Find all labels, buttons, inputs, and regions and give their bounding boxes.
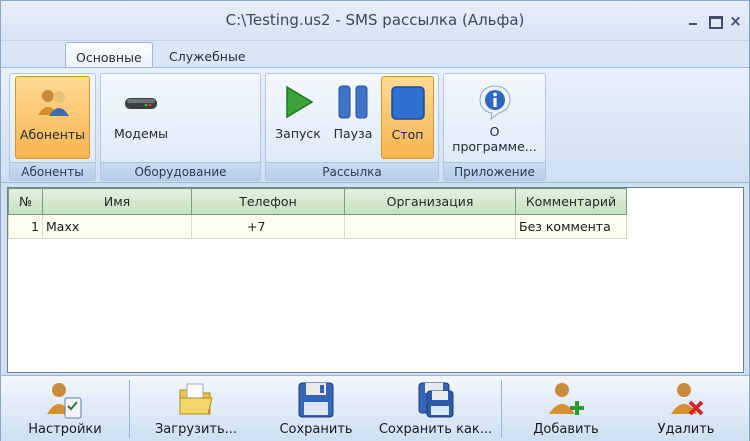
- start-button[interactable]: Запуск: [271, 76, 325, 159]
- cell-name[interactable]: Maxx: [42, 214, 192, 239]
- info-icon: [478, 85, 511, 120]
- save-button-label: Сохранить: [279, 422, 353, 437]
- cell-number[interactable]: 1: [8, 214, 43, 239]
- about-button-label: О программе...: [452, 124, 537, 154]
- column-header-comment[interactable]: Комментарий: [515, 188, 627, 215]
- cell-organization[interactable]: [344, 214, 516, 239]
- ribbon-group-application: О программе... Приложение: [443, 73, 546, 181]
- toolbar-divider: [501, 380, 502, 438]
- save-as-icon: [418, 382, 453, 418]
- delete-user-icon: [671, 383, 704, 416]
- pause-icon: [338, 85, 368, 119]
- about-button[interactable]: О программе...: [449, 76, 540, 159]
- group-label-subscribers: Абоненты: [10, 162, 95, 180]
- subscribers-grid[interactable]: № Имя Телефон Организация Комментарий 1 …: [7, 187, 744, 373]
- title-bar[interactable]: C:\Testing.us2 - SMS рассылка (Альфа) ×: [1, 1, 749, 41]
- column-header-name[interactable]: Имя: [42, 188, 192, 215]
- tab-service[interactable]: Служебные: [159, 42, 255, 69]
- add-user-icon: [549, 383, 584, 415]
- modem-icon: [125, 98, 157, 109]
- cell-comment[interactable]: Без коммента: [515, 214, 627, 239]
- stop-button[interactable]: Стоп: [381, 76, 434, 159]
- delete-button-label: Удалить: [657, 422, 715, 437]
- toolbar-divider: [129, 380, 130, 438]
- ribbon-tabs: Основные Служебные: [1, 41, 749, 69]
- ribbon-group-mailing: Запуск Пауза Стоп Рассылка: [265, 73, 439, 181]
- users-icon: [37, 90, 69, 116]
- pause-button-label: Пауза: [333, 126, 373, 141]
- start-button-label: Запуск: [275, 126, 321, 141]
- load-button-label: Загрузить...: [154, 422, 238, 437]
- settings-user-icon: [47, 383, 82, 419]
- stop-button-label: Стоп: [391, 127, 424, 142]
- bottom-toolbar: Настройки Загрузить... Сохранить Сохрани…: [1, 375, 749, 441]
- subscribers-button-label: Абоненты: [19, 127, 86, 142]
- ribbon-group-subscribers: Абоненты Абоненты: [9, 73, 96, 181]
- column-header-organization[interactable]: Организация: [344, 188, 516, 215]
- stop-icon: [390, 86, 425, 120]
- close-icon[interactable]: ×: [728, 14, 743, 29]
- subscribers-button[interactable]: Абоненты: [15, 76, 90, 159]
- settings-button-label: Настройки: [28, 422, 102, 437]
- delete-button[interactable]: Удалить: [646, 376, 726, 441]
- pause-button[interactable]: Пауза: [328, 76, 378, 159]
- app-window: C:\Testing.us2 - SMS рассылка (Альфа) × …: [0, 0, 750, 441]
- modems-button[interactable]: Модемы: [106, 76, 176, 159]
- group-label-application: Приложение: [444, 162, 545, 180]
- save-as-button[interactable]: Сохранить как...: [373, 376, 498, 441]
- tab-main[interactable]: Основные: [65, 42, 153, 69]
- folder-open-icon: [179, 383, 213, 415]
- subscribers-table: № Имя Телефон Организация Комментарий 1 …: [8, 188, 627, 239]
- save-icon: [298, 382, 334, 418]
- cell-phone[interactable]: +7: [191, 214, 345, 239]
- maximize-icon[interactable]: [707, 14, 723, 29]
- column-header-number[interactable]: №: [8, 188, 43, 215]
- ribbon: Абоненты Абоненты Модемы Оборудование За…: [1, 67, 749, 183]
- load-button[interactable]: Загрузить...: [146, 376, 246, 441]
- group-label-mailing: Рассылка: [266, 162, 438, 180]
- window-controls: ×: [686, 14, 743, 29]
- window-title: C:\Testing.us2 - SMS рассылка (Альфа): [225, 11, 525, 29]
- ribbon-group-hardware: Модемы Оборудование: [100, 73, 261, 181]
- settings-button[interactable]: Настройки: [21, 376, 109, 441]
- table-header-row: № Имя Телефон Организация Комментарий: [8, 188, 627, 215]
- add-button[interactable]: Добавить: [526, 376, 606, 441]
- save-as-button-label: Сохранить как...: [378, 422, 493, 437]
- group-label-hardware: Оборудование: [101, 162, 260, 180]
- modems-button-label: Модемы: [113, 126, 169, 141]
- minimize-icon[interactable]: [686, 14, 701, 28]
- add-button-label: Добавить: [533, 422, 599, 437]
- table-row[interactable]: 1 Maxx +7 Без коммента: [8, 214, 627, 239]
- save-button[interactable]: Сохранить: [269, 376, 363, 441]
- play-icon: [286, 85, 314, 119]
- column-header-phone[interactable]: Телефон: [191, 188, 345, 215]
